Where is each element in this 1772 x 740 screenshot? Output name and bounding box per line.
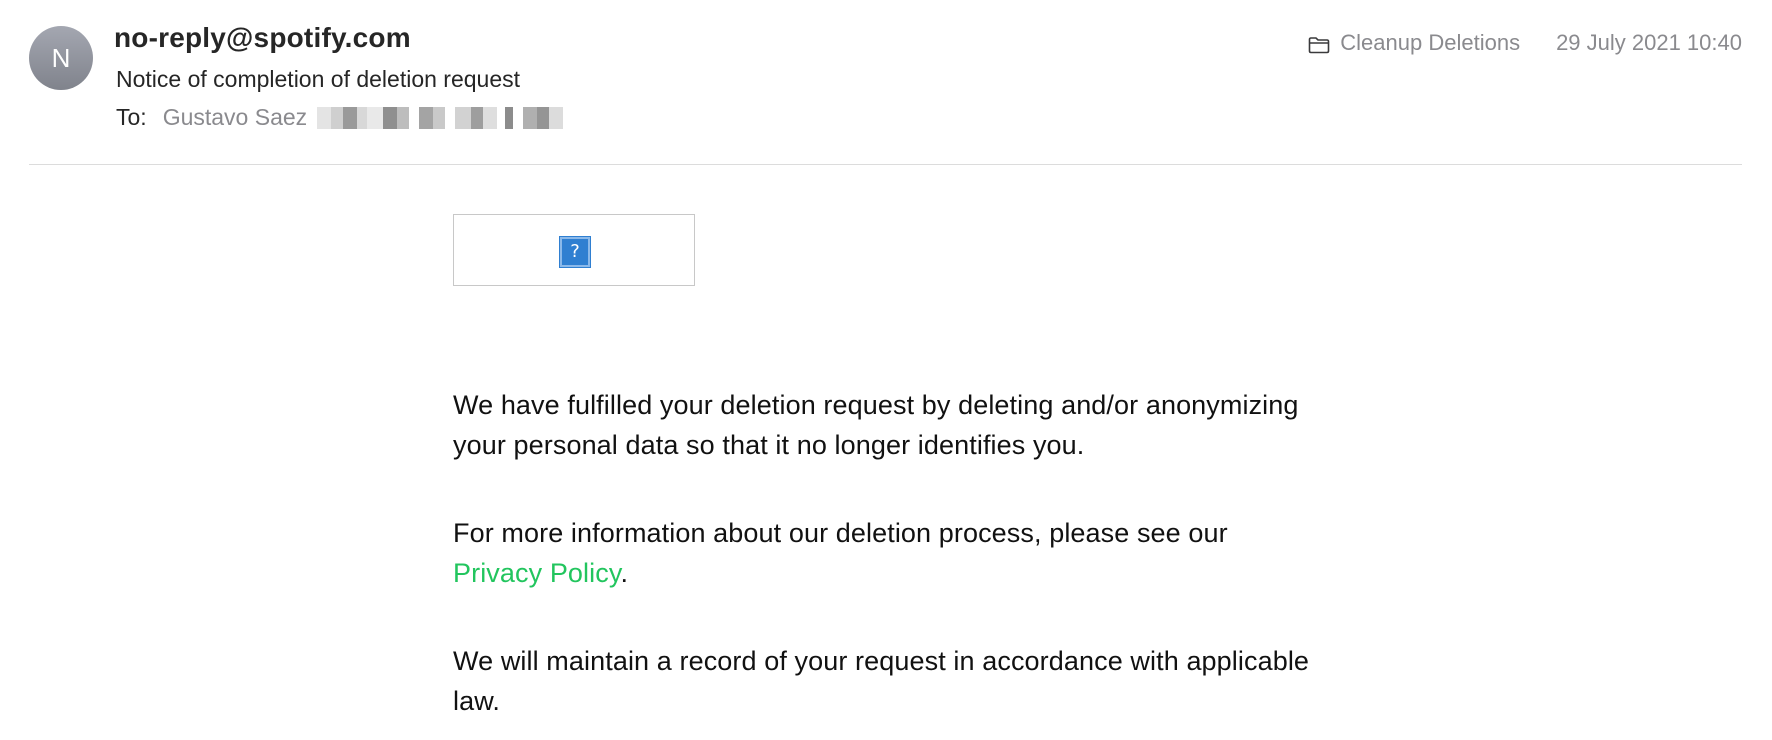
to-label: To: xyxy=(116,104,147,130)
message-date: 29 July 2021 10:40 xyxy=(1556,30,1742,55)
body-paragraph-2: For more information about our deletion … xyxy=(453,513,1353,593)
body-paragraph-1: We have fulfilled your deletion request … xyxy=(453,390,1299,460)
folder-icon xyxy=(1308,34,1330,54)
sender-address[interactable]: no-reply@spotify.com xyxy=(114,22,411,54)
image-placeholder[interactable]: ? xyxy=(453,214,695,286)
paragraph-2-text: For more information about our deletion … xyxy=(453,518,1228,548)
broken-image-question-icon: ? xyxy=(560,237,590,267)
body-paragraph-3: We will maintain a record of your reques… xyxy=(453,646,1310,716)
mailbox-name[interactable]: Cleanup Deletions xyxy=(1340,30,1520,56)
privacy-policy-link[interactable]: Privacy Policy xyxy=(453,558,620,588)
message-meta: Cleanup Deletions 29 July 2021 10:40 xyxy=(1308,30,1742,56)
recipient-name[interactable]: Gustavo Saez xyxy=(163,104,307,131)
paragraph-2-period: . xyxy=(620,558,629,588)
redacted-email-address xyxy=(317,106,564,129)
recipient-row: To: Gustavo Saez xyxy=(116,104,564,131)
email-subject: Notice of completion of deletion request xyxy=(116,66,521,92)
header-divider xyxy=(29,164,1742,165)
sender-avatar: N xyxy=(29,26,93,90)
